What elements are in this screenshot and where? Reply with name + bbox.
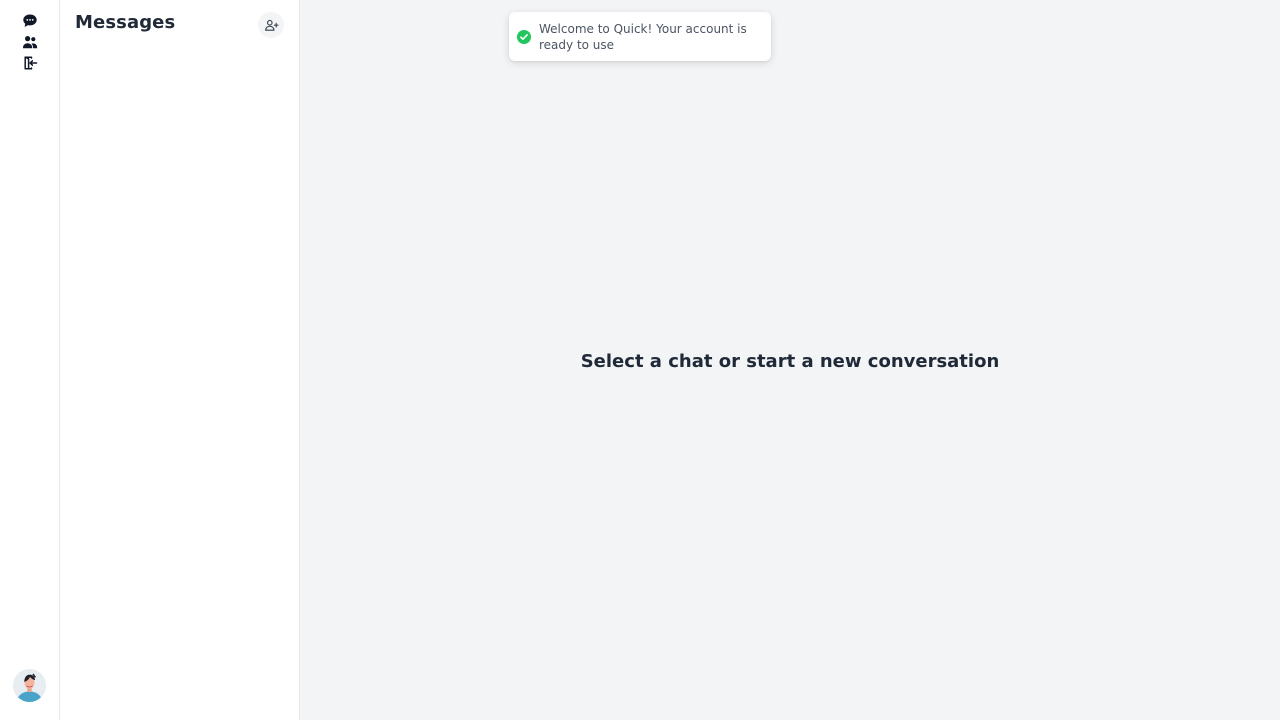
panel-title: Messages	[75, 12, 176, 33]
users-icon	[22, 34, 38, 50]
icon-rail	[0, 0, 60, 720]
new-chat-button[interactable]	[258, 12, 284, 38]
app-shell: Messages Select a chat or start a new co…	[0, 0, 1280, 720]
toast-notification: Welcome to Quick! Your account is ready …	[509, 12, 771, 61]
conversation-area: Select a chat or start a new conversatio…	[300, 0, 1280, 720]
nav-chats-button[interactable]	[20, 12, 40, 30]
check-circle-icon	[517, 29, 531, 44]
logout-icon	[22, 55, 38, 71]
nav-contacts-button[interactable]	[20, 33, 40, 51]
chat-icon	[22, 13, 38, 29]
add-user-icon	[264, 18, 279, 33]
messages-panel: Messages	[60, 0, 300, 720]
toast-message: Welcome to Quick! Your account is ready …	[539, 21, 747, 52]
nav-logout-button[interactable]	[20, 54, 40, 72]
empty-state-message: Select a chat or start a new conversatio…	[580, 351, 1000, 372]
user-avatar[interactable]	[13, 669, 46, 702]
